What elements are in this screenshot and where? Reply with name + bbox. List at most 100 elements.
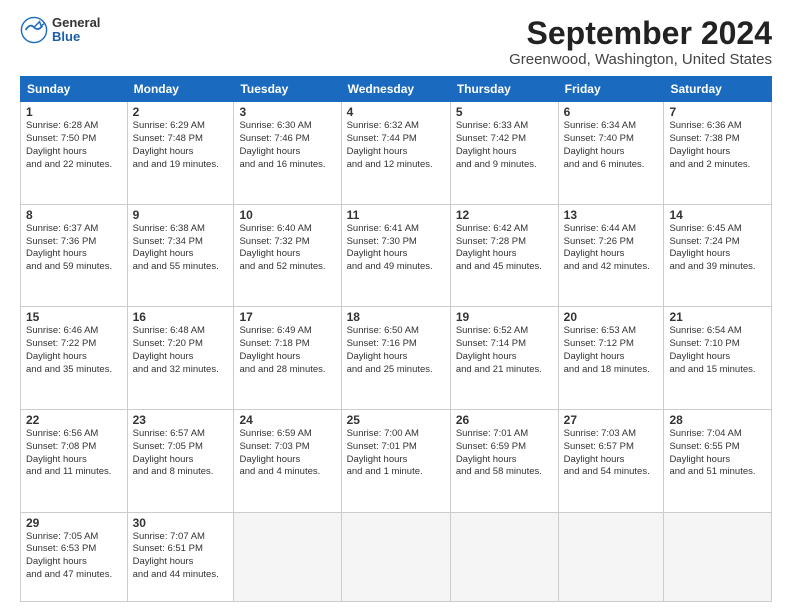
table-row: 22Sunrise: 6:56 AMSunset: 7:08 PMDayligh… [21,409,128,512]
day-number: 23 [133,413,229,427]
col-friday: Friday [558,77,664,102]
table-row: 26Sunrise: 7:01 AMSunset: 6:59 PMDayligh… [450,409,558,512]
table-row [341,512,450,602]
day-number: 12 [456,208,553,222]
day-info: Sunrise: 6:40 AMSunset: 7:32 PMDaylight … [239,223,335,274]
day-number: 20 [564,310,659,324]
day-number: 21 [669,310,766,324]
day-number: 15 [26,310,122,324]
day-info: Sunrise: 6:57 AMSunset: 7:05 PMDaylight … [133,428,229,479]
calendar-week-row: 22Sunrise: 6:56 AMSunset: 7:08 PMDayligh… [21,409,772,512]
table-row: 3Sunrise: 6:30 AMSunset: 7:46 PMDaylight… [234,102,341,205]
page: General Blue September 2024 Greenwood, W… [0,0,792,612]
table-row: 20Sunrise: 6:53 AMSunset: 7:12 PMDayligh… [558,307,664,410]
table-row: 25Sunrise: 7:00 AMSunset: 7:01 PMDayligh… [341,409,450,512]
table-row: 5Sunrise: 6:33 AMSunset: 7:42 PMDaylight… [450,102,558,205]
table-row: 29Sunrise: 7:05 AMSunset: 6:53 PMDayligh… [21,512,128,602]
day-info: Sunrise: 6:28 AMSunset: 7:50 PMDaylight … [26,120,122,171]
day-number: 13 [564,208,659,222]
day-info: Sunrise: 6:33 AMSunset: 7:42 PMDaylight … [456,120,553,171]
table-row [664,512,772,602]
table-row: 8Sunrise: 6:37 AMSunset: 7:36 PMDaylight… [21,204,128,307]
day-info: Sunrise: 6:48 AMSunset: 7:20 PMDaylight … [133,325,229,376]
col-saturday: Saturday [664,77,772,102]
table-row: 23Sunrise: 6:57 AMSunset: 7:05 PMDayligh… [127,409,234,512]
table-row [234,512,341,602]
table-row: 11Sunrise: 6:41 AMSunset: 7:30 PMDayligh… [341,204,450,307]
day-number: 18 [347,310,445,324]
table-row [450,512,558,602]
day-info: Sunrise: 6:34 AMSunset: 7:40 PMDaylight … [564,120,659,171]
day-number: 27 [564,413,659,427]
calendar-week-row: 1Sunrise: 6:28 AMSunset: 7:50 PMDaylight… [21,102,772,205]
table-row: 24Sunrise: 6:59 AMSunset: 7:03 PMDayligh… [234,409,341,512]
table-row: 6Sunrise: 6:34 AMSunset: 7:40 PMDaylight… [558,102,664,205]
col-thursday: Thursday [450,77,558,102]
day-info: Sunrise: 6:50 AMSunset: 7:16 PMDaylight … [347,325,445,376]
day-info: Sunrise: 6:46 AMSunset: 7:22 PMDaylight … [26,325,122,376]
day-number: 29 [26,516,122,530]
day-info: Sunrise: 7:05 AMSunset: 6:53 PMDaylight … [26,531,122,582]
day-info: Sunrise: 7:03 AMSunset: 6:57 PMDaylight … [564,428,659,479]
day-info: Sunrise: 6:42 AMSunset: 7:28 PMDaylight … [456,223,553,274]
day-number: 16 [133,310,229,324]
day-info: Sunrise: 6:36 AMSunset: 7:38 PMDaylight … [669,120,766,171]
table-row: 7Sunrise: 6:36 AMSunset: 7:38 PMDaylight… [664,102,772,205]
day-number: 9 [133,208,229,222]
day-info: Sunrise: 6:52 AMSunset: 7:14 PMDaylight … [456,325,553,376]
day-info: Sunrise: 7:00 AMSunset: 7:01 PMDaylight … [347,428,445,479]
calendar-week-row: 8Sunrise: 6:37 AMSunset: 7:36 PMDaylight… [21,204,772,307]
day-info: Sunrise: 6:30 AMSunset: 7:46 PMDaylight … [239,120,335,171]
day-info: Sunrise: 6:38 AMSunset: 7:34 PMDaylight … [133,223,229,274]
table-row: 19Sunrise: 6:52 AMSunset: 7:14 PMDayligh… [450,307,558,410]
day-info: Sunrise: 7:07 AMSunset: 6:51 PMDaylight … [133,531,229,582]
day-number: 19 [456,310,553,324]
table-row: 27Sunrise: 7:03 AMSunset: 6:57 PMDayligh… [558,409,664,512]
table-row: 9Sunrise: 6:38 AMSunset: 7:34 PMDaylight… [127,204,234,307]
calendar-header-row: Sunday Monday Tuesday Wednesday Thursday… [21,77,772,102]
col-wednesday: Wednesday [341,77,450,102]
day-number: 2 [133,105,229,119]
col-monday: Monday [127,77,234,102]
logo: General Blue [20,16,100,45]
day-info: Sunrise: 7:01 AMSunset: 6:59 PMDaylight … [456,428,553,479]
day-info: Sunrise: 7:04 AMSunset: 6:55 PMDaylight … [669,428,766,479]
day-info: Sunrise: 6:32 AMSunset: 7:44 PMDaylight … [347,120,445,171]
day-info: Sunrise: 6:49 AMSunset: 7:18 PMDaylight … [239,325,335,376]
day-info: Sunrise: 6:44 AMSunset: 7:26 PMDaylight … [564,223,659,274]
day-number: 28 [669,413,766,427]
col-sunday: Sunday [21,77,128,102]
table-row: 15Sunrise: 6:46 AMSunset: 7:22 PMDayligh… [21,307,128,410]
day-number: 14 [669,208,766,222]
day-number: 5 [456,105,553,119]
title-block: September 2024 Greenwood, Washington, Un… [509,16,772,68]
table-row: 21Sunrise: 6:54 AMSunset: 7:10 PMDayligh… [664,307,772,410]
day-number: 8 [26,208,122,222]
table-row: 30Sunrise: 7:07 AMSunset: 6:51 PMDayligh… [127,512,234,602]
calendar-table: Sunday Monday Tuesday Wednesday Thursday… [20,76,772,602]
day-number: 3 [239,105,335,119]
day-info: Sunrise: 6:37 AMSunset: 7:36 PMDaylight … [26,223,122,274]
logo-text: General Blue [52,16,100,45]
day-info: Sunrise: 6:45 AMSunset: 7:24 PMDaylight … [669,223,766,274]
day-number: 17 [239,310,335,324]
table-row: 16Sunrise: 6:48 AMSunset: 7:20 PMDayligh… [127,307,234,410]
day-number: 22 [26,413,122,427]
day-number: 7 [669,105,766,119]
day-number: 4 [347,105,445,119]
calendar-week-row: 29Sunrise: 7:05 AMSunset: 6:53 PMDayligh… [21,512,772,602]
day-number: 10 [239,208,335,222]
day-info: Sunrise: 6:41 AMSunset: 7:30 PMDaylight … [347,223,445,274]
table-row: 17Sunrise: 6:49 AMSunset: 7:18 PMDayligh… [234,307,341,410]
calendar-week-row: 15Sunrise: 6:46 AMSunset: 7:22 PMDayligh… [21,307,772,410]
day-info: Sunrise: 6:54 AMSunset: 7:10 PMDaylight … [669,325,766,376]
day-number: 25 [347,413,445,427]
day-number: 11 [347,208,445,222]
table-row: 10Sunrise: 6:40 AMSunset: 7:32 PMDayligh… [234,204,341,307]
day-info: Sunrise: 6:29 AMSunset: 7:48 PMDaylight … [133,120,229,171]
logo-general: General [52,16,100,30]
table-row: 18Sunrise: 6:50 AMSunset: 7:16 PMDayligh… [341,307,450,410]
table-row: 13Sunrise: 6:44 AMSunset: 7:26 PMDayligh… [558,204,664,307]
day-number: 24 [239,413,335,427]
table-row: 1Sunrise: 6:28 AMSunset: 7:50 PMDaylight… [21,102,128,205]
